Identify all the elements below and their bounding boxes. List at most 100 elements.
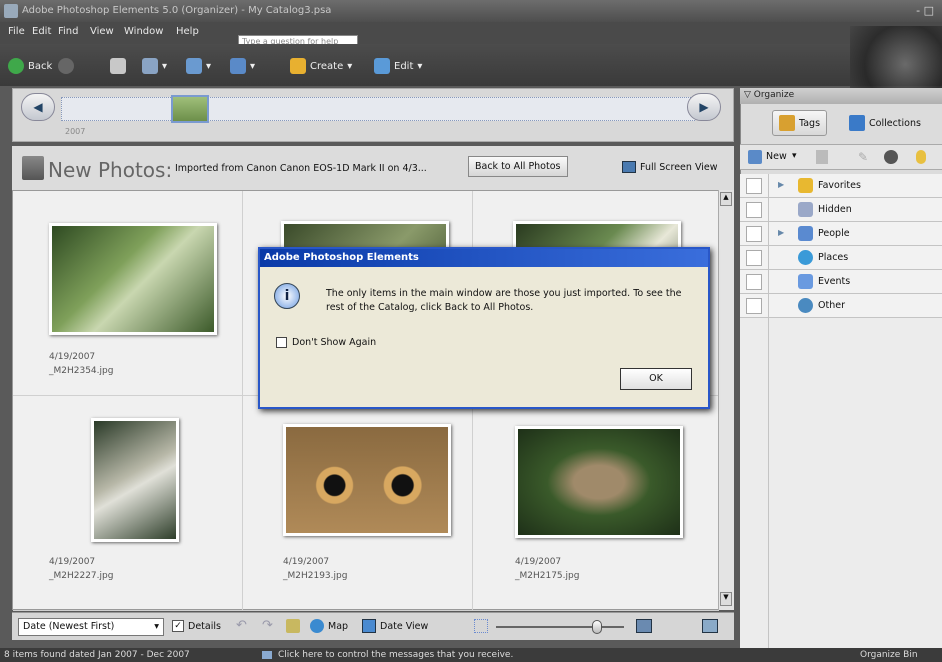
photo-date: 4/19/2007 [49,557,96,567]
menu-edit[interactable]: Edit [32,26,51,37]
lightbulb-icon[interactable] [916,150,926,164]
tab-tags[interactable]: Tags [772,110,828,136]
star-icon [798,178,813,193]
tag-label: Places [818,252,849,263]
timeline-left-arrow-icon[interactable]: ◀ [21,93,55,121]
photo-date: 4/19/2007 [283,557,330,567]
tag-checkbox[interactable] [746,298,762,314]
find-faces-icon[interactable] [884,150,898,164]
camera-import-icon [186,58,202,74]
film-icon [22,156,44,180]
new-tag-icon[interactable] [748,150,762,164]
timeline-handle[interactable] [171,95,209,123]
window-controls[interactable]: - □ [916,4,934,17]
tag-row-events[interactable]: Events [740,270,942,294]
details-label: Details [188,621,221,632]
rotate-left-icon[interactable]: ↶ [236,618,247,633]
details-checkbox[interactable]: ✓ [172,620,184,632]
display-button[interactable]: ▾ [230,58,255,74]
photo-thumbnail[interactable] [49,223,217,335]
edit-button[interactable]: Edit ▾ [374,58,422,74]
menu-find[interactable]: Find [58,26,79,37]
map-button[interactable]: Map [328,621,348,632]
zoom-slider-handle[interactable] [592,620,602,634]
back-to-all-photos-button[interactable]: Back to All Photos [468,156,568,177]
expand-triangle-icon[interactable]: ▶ [778,180,784,189]
expand-triangle-icon[interactable]: ▶ [778,228,784,237]
create-button[interactable]: Create ▾ [290,58,352,74]
delete-tag-icon[interactable] [816,150,828,164]
tag-icon[interactable] [286,619,300,633]
collapse-icon: ▽ [744,90,751,100]
scroll-up-icon[interactable]: ▲ [720,192,732,206]
tag-row-other[interactable]: Other [740,294,942,318]
timeline[interactable]: ◀ ▶ 2007 [12,88,734,142]
people-icon [798,226,813,241]
photo-date: 4/19/2007 [515,557,562,567]
tag-checkbox[interactable] [746,202,762,218]
tag-toolbar: New ▾ ✎ [740,144,942,170]
calendar-icon [798,274,813,289]
back-label: Back [28,60,53,72]
bottom-bar: Date (Newest First) ▾ ✓ Details ↶ ↷ Map … [12,612,734,640]
timeline-track[interactable] [61,97,695,121]
photo-cell-4[interactable]: 4/19/2007 _M2H2227.jpg [13,396,243,611]
tag-row-hidden[interactable]: Hidden [740,198,942,222]
status-message[interactable]: Click here to control the messages that … [278,650,513,660]
full-screen-view-button[interactable]: Full Screen View [640,162,718,173]
edit-tag-icon[interactable]: ✎ [858,150,868,164]
tag-checkbox[interactable] [746,178,762,194]
get-photos-button[interactable]: ▾ [186,58,211,74]
large-thumbnail-icon[interactable] [636,619,652,633]
back-button[interactable]: Back [8,58,52,74]
page-subtitle: Imported from Canon Canon EOS-1D Mark II… [175,163,427,174]
dont-show-again-checkbox[interactable] [276,337,287,348]
photo-filename: _M2H2227.jpg [49,571,114,581]
ok-button[interactable]: OK [620,368,692,390]
forward-button[interactable] [58,58,74,74]
tag-label: Favorites [818,180,861,191]
tag-label: Events [818,276,851,287]
rotate-right-icon[interactable]: ↷ [262,618,273,633]
date-view-button[interactable]: Date View [380,621,428,632]
grid-scrollbar[interactable]: ▲ ▼ [718,190,734,610]
tag-checkbox[interactable] [746,274,762,290]
camera-decoration-icon [850,26,942,90]
menu-file[interactable]: File [8,26,25,37]
map-icon[interactable] [310,619,324,633]
dont-show-again-label: Don't Show Again [292,337,377,348]
tag-checkbox[interactable] [746,250,762,266]
photo-cell-1[interactable]: 4/19/2007 _M2H2354.jpg [13,191,243,396]
single-photo-view-icon[interactable] [702,619,718,633]
small-thumbnails-icon[interactable] [474,619,488,633]
photo-thumbnail[interactable] [283,424,451,536]
new-tag-button[interactable]: New [766,151,787,162]
tag-checkbox[interactable] [746,226,762,242]
tag-row-favorites[interactable]: ▶ Favorites [740,174,942,198]
timeline-year: 2007 [65,127,86,136]
print-button[interactable] [110,58,126,74]
menu-window[interactable]: Window [124,26,163,37]
share-button[interactable]: ▾ [142,58,167,74]
tab-collections[interactable]: Collections [842,110,938,136]
timeline-right-arrow-icon[interactable]: ▶ [687,93,721,121]
calendar-icon[interactable] [362,619,376,633]
zoom-slider[interactable] [496,626,624,628]
tag-row-places[interactable]: Places [740,246,942,270]
photo-cell-6[interactable]: 4/19/2007 _M2H2175.jpg [473,396,719,611]
photo-thumbnail[interactable] [91,418,179,542]
menu-help[interactable]: Help [176,26,199,37]
tag-list-divider [768,174,769,648]
photo-filename: _M2H2193.jpg [283,571,348,581]
photo-filename: _M2H2175.jpg [515,571,580,581]
sort-order-select[interactable]: Date (Newest First) ▾ [18,618,164,636]
scroll-down-icon[interactable]: ▼ [720,592,732,606]
organize-bin-toggle[interactable]: Organize Bin [860,650,918,660]
photo-thumbnail[interactable] [515,426,683,538]
menu-view[interactable]: View [90,26,114,37]
create-label: Create [310,60,344,72]
photo-cell-5[interactable]: 4/19/2007 _M2H2193.jpg [243,396,473,611]
organize-header[interactable]: ▽ Organize [740,88,942,104]
tag-row-people[interactable]: ▶ People [740,222,942,246]
create-icon [290,58,306,74]
